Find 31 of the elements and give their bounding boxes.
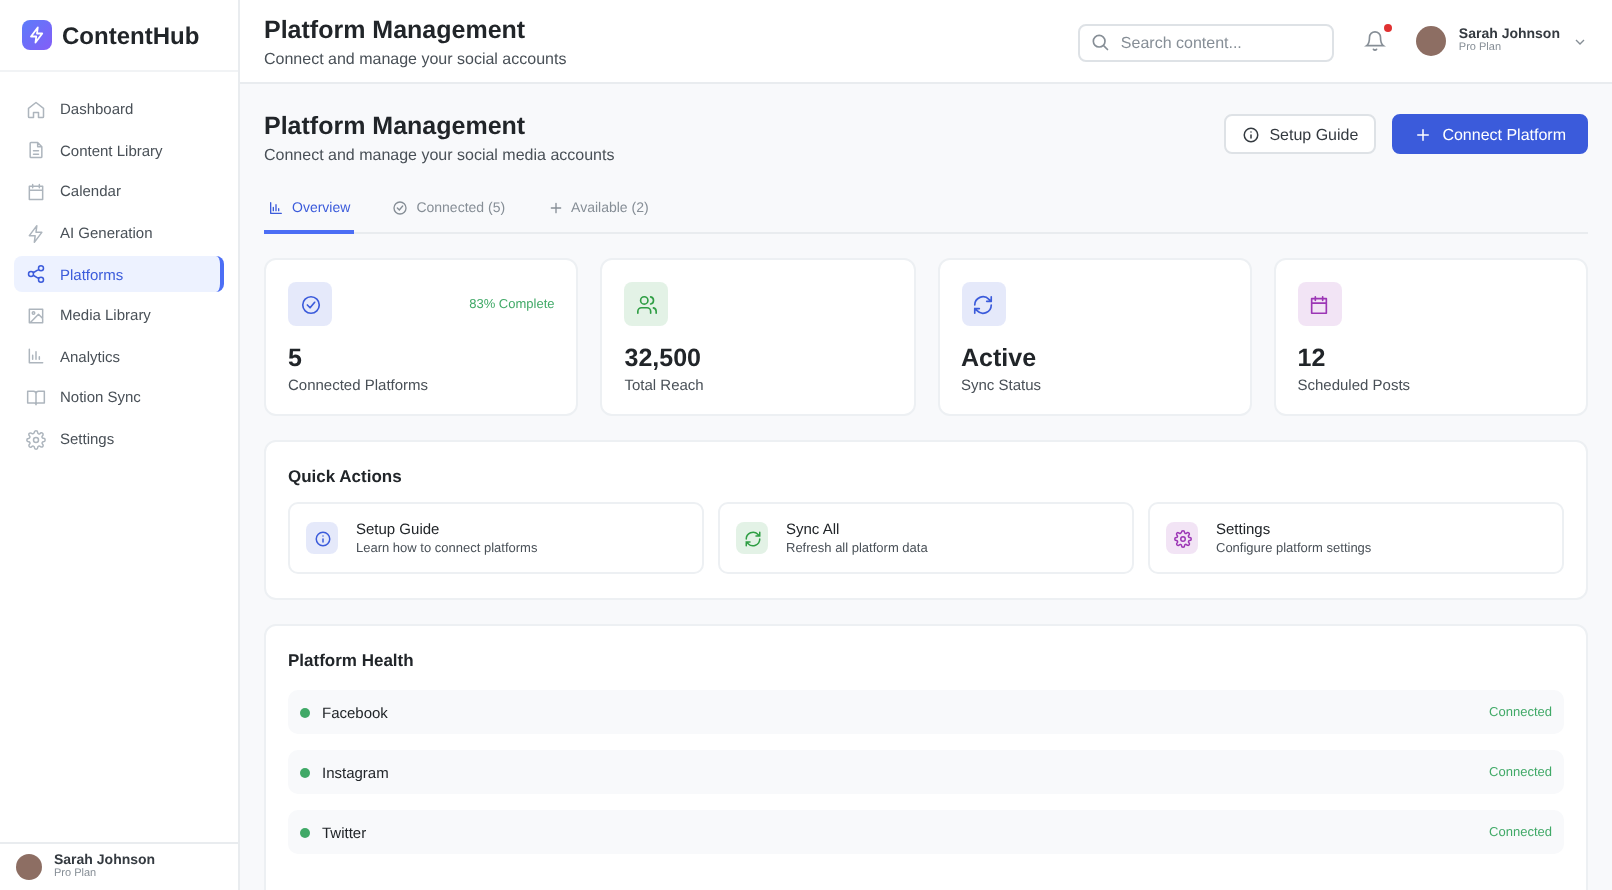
guide-button[interactable]: Setup Guide [1223,114,1377,154]
page-title: Platform Management [264,112,528,140]
bar-chart-icon [26,346,46,367]
calendar-icon [26,181,46,202]
connect-button[interactable]: Connect Platform [1392,114,1588,154]
stat-value: 12 [1297,344,1328,372]
bar-chart-icon [268,200,284,216]
stat-value: 32,500 [624,344,703,372]
section-title: Quick Actions [288,466,404,486]
image-icon [26,305,46,326]
page-subtitle: Connect and manage your social media accounts [264,146,615,164]
book-icon [26,387,46,408]
page-header-title: Platform Management [264,15,528,43]
avatar [1416,26,1447,56]
page-header-subtitle: Connect and manage your social accounts [264,49,567,67]
house-icon [26,99,46,120]
lightning-icon [26,223,46,244]
plus-icon [547,200,564,216]
search-field[interactable]: Search content... [1078,24,1335,62]
stat-value: Active [961,344,1039,372]
stat-value: 5 [288,344,304,372]
document-icon [26,140,46,161]
info-icon [1241,125,1260,143]
brand-name: ContentHub [62,21,200,49]
notification-bell-icon[interactable] [1364,30,1387,52]
logo-icon [22,20,52,50]
avatar [16,854,42,880]
share-icon [26,264,46,285]
settings-icon [26,429,46,450]
plus-icon [1414,125,1433,143]
section-title: Platform Health [288,650,416,670]
